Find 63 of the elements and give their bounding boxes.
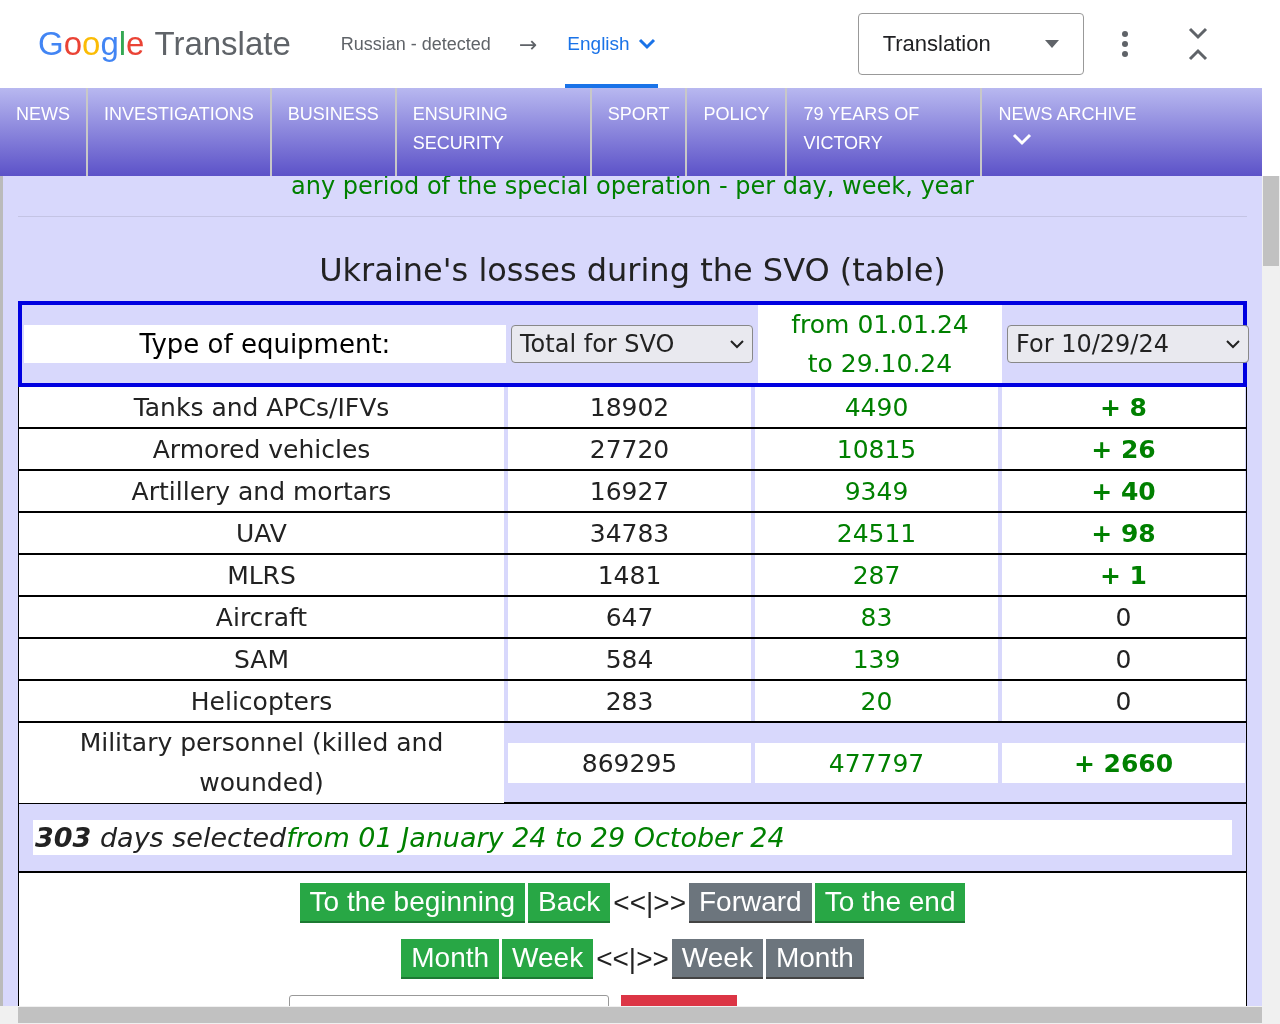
more-icon[interactable] — [1121, 31, 1128, 57]
nav-button[interactable]: To the beginning — [299, 883, 526, 923]
table-cell: 139 — [755, 639, 998, 679]
table-cell: Military personnel (killed and wounded) — [19, 723, 504, 803]
nav-item[interactable]: NEWS ARCHIVE — [982, 88, 1153, 176]
table-cell: MLRS — [19, 555, 504, 595]
table-cell: + 98 — [1002, 513, 1245, 553]
table-cell: Aircraft — [19, 597, 504, 637]
nav-button[interactable]: To the end — [814, 883, 966, 923]
caret-icon — [1226, 339, 1240, 349]
nav-button[interactable]: Week — [502, 939, 594, 979]
selection-summary: 303 days selectedfrom 01 January 24 to 29 October 24 — [33, 820, 1232, 855]
table-cell: 0 — [1002, 597, 1245, 637]
horizontal-scrollbar[interactable] — [0, 1006, 1280, 1024]
table-cell: + 1 — [1002, 555, 1245, 595]
period-header: from 01.01.24 to 29.10.24 — [758, 305, 1002, 383]
nav-button[interactable]: Month — [401, 939, 500, 979]
table-cell: 287 — [755, 555, 998, 595]
total-select[interactable]: Total for SVO — [511, 325, 753, 363]
table-cell: 16927 — [508, 471, 751, 511]
collapse-icon[interactable] — [1187, 27, 1208, 61]
table-cell: Helicopters — [19, 681, 504, 721]
table-cell: 9349 — [755, 471, 998, 511]
subtitle: any period of the special operation - per day, week, year — [18, 176, 1247, 217]
table-cell: 0 — [1002, 681, 1245, 721]
table-cell: 34783 — [508, 513, 751, 553]
column-header: Type of equipment: — [24, 325, 506, 363]
table-title: Ukraine's losses during the SVO (table) — [318, 251, 947, 289]
table-cell: 869295 — [508, 743, 751, 783]
separator-text: <<|>> — [613, 887, 686, 919]
table-cell: + 40 — [1002, 471, 1245, 511]
translate-logo: Google Translate — [38, 25, 291, 63]
table-cell: 18902 — [508, 387, 751, 427]
table-cell: + 8 — [1002, 387, 1245, 427]
chevron-icon — [637, 38, 656, 50]
table-cell: Artillery and mortars — [19, 471, 504, 511]
nav-button[interactable]: Back — [528, 883, 611, 923]
table-cell: 27720 — [508, 429, 751, 469]
separator-text: <<|>> — [596, 943, 669, 975]
table-cell: Armored vehicles — [19, 429, 504, 469]
table-cell: + 26 — [1002, 429, 1245, 469]
arrow-glyph: → — [518, 31, 538, 57]
table-cell: SAM — [19, 639, 504, 679]
table-cell: 20 — [755, 681, 998, 721]
source-language[interactable]: Russian - detected — [340, 33, 491, 55]
table-cell: 4490 — [755, 387, 998, 427]
table-cell: 10815 — [755, 429, 998, 469]
table-cell: 83 — [755, 597, 998, 637]
caret-icon — [730, 339, 744, 349]
table-cell: 647 — [508, 597, 751, 637]
mode-dropdown[interactable]: Translation — [857, 13, 1084, 75]
table-cell: 477797 — [755, 743, 998, 783]
caret-icon — [1044, 40, 1059, 48]
table-cell: UAV — [19, 513, 504, 553]
table-cell: 0 — [1002, 639, 1245, 679]
table-cell: 584 — [508, 639, 751, 679]
vertical-scrollbar[interactable] — [1262, 176, 1280, 1006]
table-cell: 24511 — [755, 513, 998, 553]
table-cell: 1481 — [508, 555, 751, 595]
date-select[interactable]: For 10/29/24 — [1007, 325, 1249, 363]
table-cell: 283 — [508, 681, 751, 721]
table-cell: Tanks and APCs/IFVs — [19, 387, 504, 427]
table-cell: + 2660 — [1002, 743, 1245, 783]
